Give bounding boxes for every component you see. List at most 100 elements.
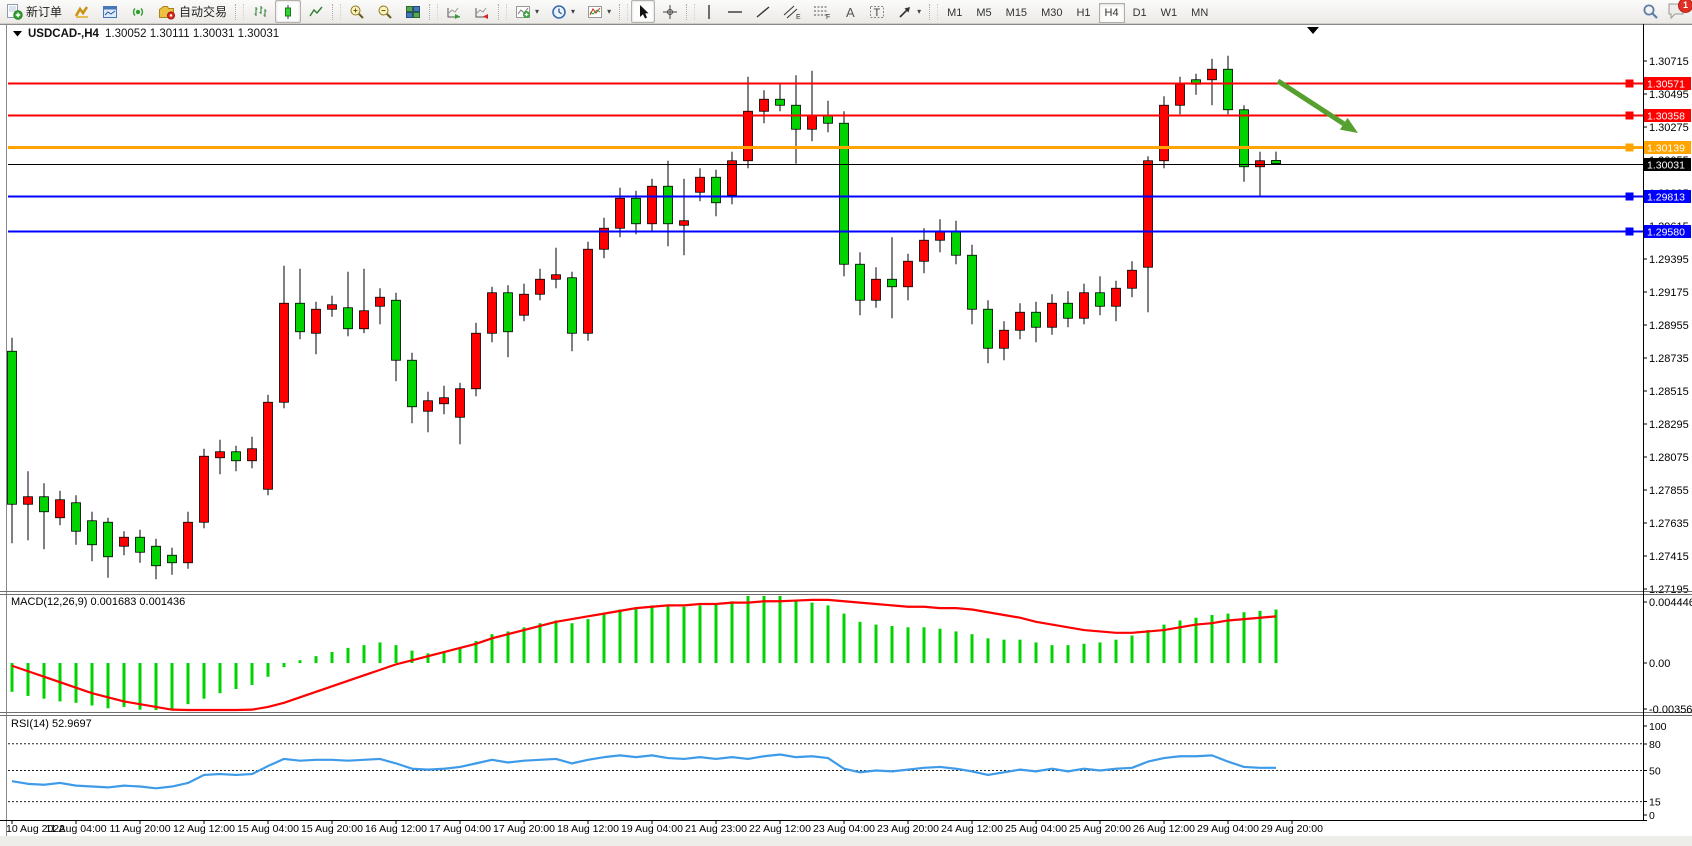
indicators-icon [515,4,531,20]
candle-down [40,497,49,512]
arrows-tool[interactable]: ▾ [892,0,926,23]
indicators-button[interactable]: ▾ [510,0,544,23]
date-axis-label: 22 Aug 12:00 [749,823,811,835]
dropdown-arrow-icon[interactable]: ▾ [607,7,611,16]
candle-up [376,297,385,306]
date-axis-label: 23 Aug 04:00 [813,823,875,835]
templates-button[interactable]: ▾ [582,0,616,23]
timeframe-button-M15[interactable]: M15 [1000,3,1033,23]
candle-up [520,294,529,315]
candle-up [872,279,881,300]
dropdown-arrow-icon[interactable]: ▾ [535,7,539,16]
profile-button[interactable] [69,0,95,23]
candle-down [1240,110,1249,167]
candle-down [712,177,721,203]
date-axis-label: 29 Aug 04:00 [1197,823,1259,835]
timeframe-button-H1[interactable]: H1 [1070,3,1096,23]
candle-down [344,308,353,329]
timeframe-button-W1[interactable]: W1 [1155,3,1184,23]
candle-up [808,116,817,130]
price-badge-label: 1.29813 [1647,192,1685,204]
candle-down [296,303,305,332]
vertical-line-tool[interactable] [698,0,720,23]
line-anchor-handle[interactable] [1626,112,1633,119]
candle-up [120,537,129,546]
price-badge-label: 1.30571 [1647,79,1685,91]
candle-down [1224,69,1233,110]
market-watch-icon [102,4,118,20]
date-axis-label: 21 Aug 23:00 [685,823,747,835]
candle-down [984,309,993,348]
line-anchor-handle[interactable] [1626,80,1633,87]
vertical-line-icon [703,4,715,20]
candle-down [792,105,801,129]
candle-down [408,360,417,407]
svg-text:E: E [796,14,801,20]
toolbar-grip [498,4,507,20]
candle-down [232,452,241,461]
candle-up [312,309,321,333]
rsi-label: RSI(14) 52.9697 [11,718,92,730]
price-axis-label: 1.28515 [1649,386,1689,398]
search-icon[interactable] [1642,3,1659,20]
line-anchor-handle[interactable] [1626,228,1633,235]
dropdown-arrow-icon[interactable]: ▾ [917,7,921,16]
candlestick-chart-button[interactable] [275,0,301,23]
cursor-button[interactable] [631,0,655,23]
timeframe-button-H4[interactable]: H4 [1099,3,1125,23]
candle-down [72,503,81,532]
price-axis-label: 1.27855 [1649,485,1689,497]
date-axis-label: 15 Aug 04:00 [237,823,299,835]
candle-down [888,279,897,287]
line-anchor-handle[interactable] [1626,144,1633,151]
periods-button[interactable]: ▾ [546,0,580,23]
timeframe-button-M5[interactable]: M5 [970,3,997,23]
auto-trading-button[interactable]: 自动交易 [153,0,232,23]
text-label-tool[interactable]: T [864,0,890,23]
date-axis-label: 18 Aug 12:00 [557,823,619,835]
date-axis-label: 17 Aug 20:00 [493,823,555,835]
macd-axis-label: 0.004446 [1649,597,1692,609]
svg-text:T: T [874,7,881,19]
date-axis-label: 26 Aug 12:00 [1133,823,1195,835]
timeframe-button-MN[interactable]: MN [1185,3,1214,23]
zoom-in-button[interactable] [344,0,370,23]
horizontal-line-tool[interactable] [722,0,748,23]
candle-down [1064,303,1073,318]
notifications-button[interactable]: 1 [1667,2,1686,22]
cursor-icon [636,4,650,20]
tile-windows-button[interactable] [400,0,426,23]
crosshair-button[interactable] [657,0,683,23]
trendline-tool[interactable] [750,0,776,23]
timeframe-button-D1[interactable]: D1 [1127,3,1153,23]
auto-scroll-button[interactable] [441,0,467,23]
line-chart-button[interactable] [303,0,329,23]
text-tool[interactable]: A [838,0,862,23]
new-order-button[interactable]: 新订单 [1,0,67,23]
signal-button[interactable] [125,0,151,23]
line-anchor-handle[interactable] [1626,193,1633,200]
dropdown-arrow-icon[interactable]: ▾ [571,7,575,16]
zoom-in-icon [349,4,365,20]
auto-scroll-icon [446,4,462,20]
price-axis-label: 1.29395 [1649,254,1689,266]
candle-up [1000,330,1009,348]
candle-up [936,231,945,240]
toolbar-grip [429,4,438,20]
candle-up [1160,105,1169,161]
candle-up [1080,293,1089,319]
equidistant-channel-tool[interactable]: E [778,0,806,23]
clock-icon [551,4,567,20]
candle-down [968,255,977,309]
timeframe-button-M1[interactable]: M1 [941,3,968,23]
zoom-out-icon [377,4,393,20]
fibonacci-tool[interactable]: F [808,0,836,23]
timeframe-button-M30[interactable]: M30 [1035,3,1068,23]
price-axis-label: 1.30495 [1649,89,1689,101]
bar-chart-button[interactable] [247,0,273,23]
candle-up [488,293,497,334]
candle-up [360,311,369,329]
zoom-out-button[interactable] [372,0,398,23]
market-watch-button[interactable] [97,0,123,23]
chart-shift-button[interactable] [469,0,495,23]
